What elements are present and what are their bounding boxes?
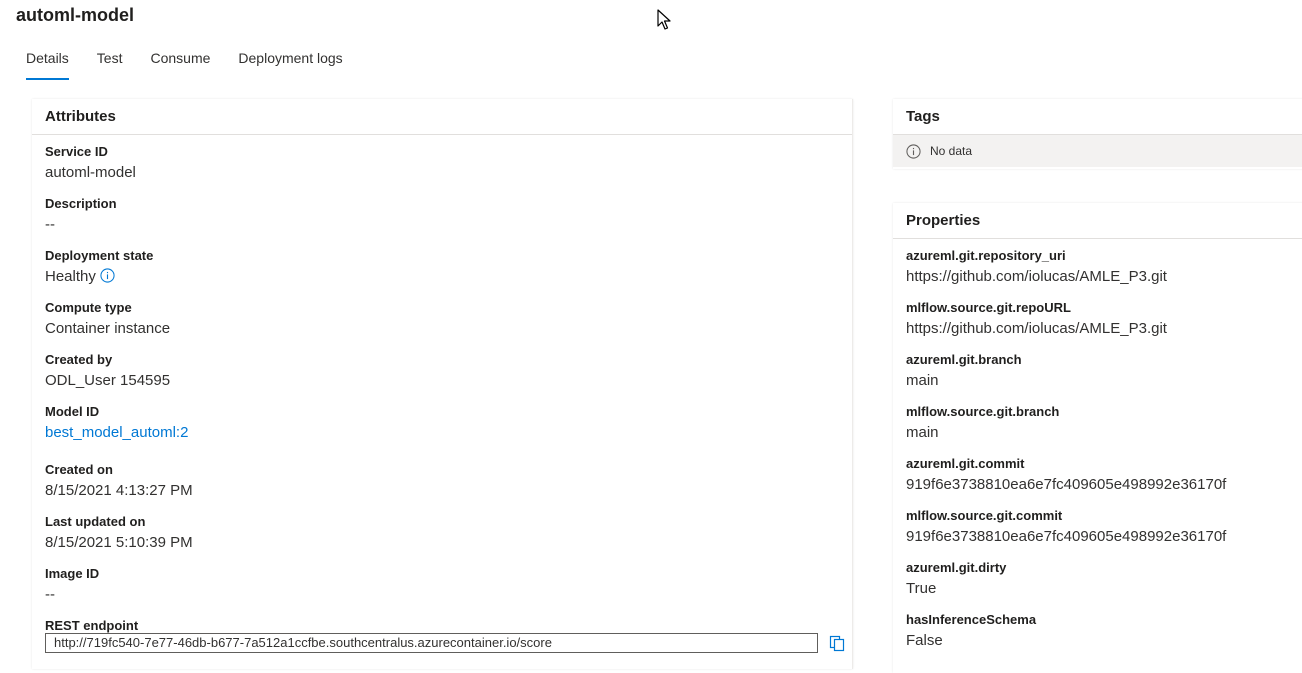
tab-deployment-logs[interactable]: Deployment logs: [228, 42, 352, 80]
compute-type-field: Compute type Container instance: [45, 300, 170, 339]
info-icon: [906, 143, 921, 159]
property-item: hasInferenceSchema False: [906, 612, 1036, 651]
rest-endpoint-label: REST endpoint: [45, 618, 139, 633]
mouse-cursor-icon: [657, 9, 671, 30]
created-on-value: 8/15/2021 4:13:27 PM: [45, 482, 193, 499]
service-id-field: Service ID automl-model: [45, 144, 136, 183]
created-by-label: Created by: [45, 352, 113, 367]
created-by-field: Created by ODL_User 154595: [45, 352, 170, 391]
property-item: azureml.git.branch main: [906, 352, 1022, 391]
tab-bar: Details Test Consume Deployment logs: [16, 42, 361, 80]
image-id-label: Image ID: [45, 566, 100, 581]
deployment-state-value-row: Healthy: [45, 267, 153, 287]
deployment-state-label: Deployment state: [45, 248, 154, 263]
property-item: mlflow.source.git.commit 919f6e3738810ea…: [906, 508, 1226, 547]
property-value: 919f6e3738810ea6e7fc409605e498992e36170f: [906, 476, 1227, 493]
attributes-title: Attributes: [32, 99, 852, 135]
created-by-value: ODL_User 154595: [45, 372, 171, 389]
description-value: --: [45, 216, 55, 233]
property-value: main: [906, 424, 939, 441]
created-on-label: Created on: [45, 462, 113, 477]
property-item: mlflow.source.git.repoURL https://github…: [906, 300, 1167, 339]
property-item: mlflow.source.git.branch main: [906, 404, 1059, 443]
service-id-value: automl-model: [45, 164, 136, 181]
property-value: https://github.com/iolucas/AMLE_P3.git: [906, 268, 1167, 285]
model-id-link[interactable]: best_model_automl:2: [45, 423, 188, 443]
property-label: azureml.git.repository_uri: [906, 248, 1066, 263]
tags-empty-row: No data: [893, 135, 1302, 167]
property-item: azureml.git.repository_uri https://githu…: [906, 248, 1167, 287]
property-label: hasInferenceSchema: [906, 612, 1037, 627]
compute-type-label: Compute type: [45, 300, 132, 315]
properties-card: Properties azureml.git.repository_uri ht…: [893, 203, 1302, 673]
last-updated-on-label: Last updated on: [45, 514, 146, 529]
attributes-card: Attributes Service ID automl-model Descr…: [32, 99, 853, 669]
created-on-field: Created on 8/15/2021 4:13:27 PM: [45, 462, 193, 501]
property-label: azureml.git.commit: [906, 456, 1025, 471]
property-item: azureml.git.commit 919f6e3738810ea6e7fc4…: [906, 456, 1226, 495]
property-value: False: [906, 632, 943, 649]
tab-test[interactable]: Test: [87, 42, 133, 80]
description-label: Description: [45, 196, 117, 211]
rest-endpoint-field-box[interactable]: http://719fc540-7e77-46db-b677-7a512a1cc…: [45, 633, 818, 653]
image-id-value: --: [45, 586, 55, 603]
service-id-label: Service ID: [45, 144, 108, 159]
deployment-state-field: Deployment state Healthy: [45, 248, 153, 287]
description-field: Description --: [45, 196, 117, 235]
model-id-label: Model ID: [45, 404, 100, 419]
tab-consume[interactable]: Consume: [140, 42, 220, 80]
model-id-field: Model ID best_model_automl:2: [45, 404, 188, 443]
property-value: 919f6e3738810ea6e7fc409605e498992e36170f: [906, 528, 1227, 545]
properties-title: Properties: [893, 203, 1302, 239]
last-updated-on-field: Last updated on 8/15/2021 5:10:39 PM: [45, 514, 193, 553]
property-value: https://github.com/iolucas/AMLE_P3.git: [906, 320, 1167, 337]
image-id-field: Image ID --: [45, 566, 99, 605]
page-title: automl-model: [16, 5, 135, 25]
last-updated-on-value: 8/15/2021 5:10:39 PM: [45, 534, 193, 551]
property-value: main: [906, 372, 939, 389]
tags-card: Tags No data: [893, 99, 1302, 169]
property-value: True: [906, 580, 937, 597]
property-label: mlflow.source.git.branch: [906, 404, 1060, 419]
copy-icon[interactable]: [829, 635, 845, 652]
tags-empty-text: No data: [930, 144, 973, 158]
info-icon[interactable]: [100, 268, 115, 283]
property-label: mlflow.source.git.repoURL: [906, 300, 1071, 315]
tab-details[interactable]: Details: [16, 42, 79, 80]
property-label: mlflow.source.git.commit: [906, 508, 1063, 523]
deployment-state-value: Healthy: [45, 268, 96, 285]
property-label: azureml.git.dirty: [906, 560, 1007, 575]
tags-title: Tags: [893, 99, 1302, 135]
rest-endpoint-row: http://719fc540-7e77-46db-b677-7a512a1cc…: [45, 633, 845, 653]
rest-endpoint-field: REST endpoint: [45, 618, 138, 634]
property-item: azureml.git.dirty True: [906, 560, 1006, 599]
compute-type-value: Container instance: [45, 320, 171, 337]
property-label: azureml.git.branch: [906, 352, 1022, 367]
